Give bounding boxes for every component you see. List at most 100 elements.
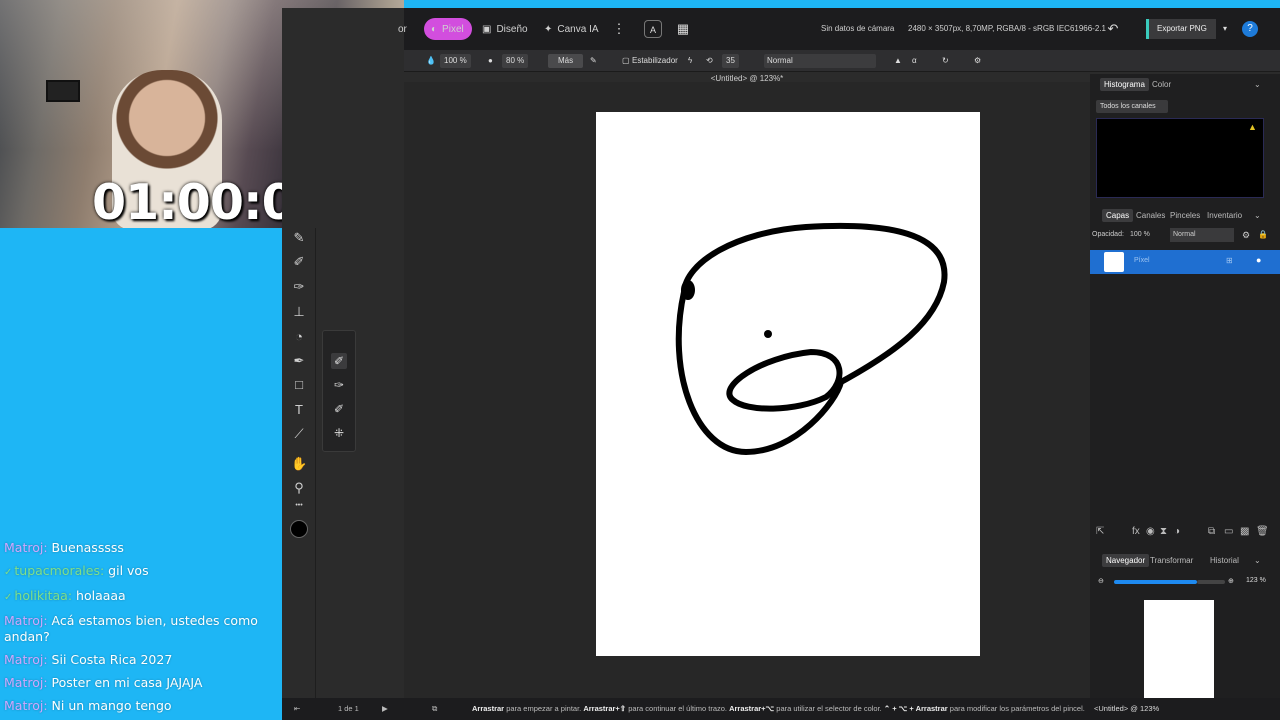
zoom-value[interactable]: 123 %: [1246, 577, 1266, 584]
fill-icon[interactable]: ⁜: [331, 425, 347, 441]
flow-field[interactable]: 80 %: [502, 54, 529, 68]
channels-select[interactable]: Todos los canales: [1096, 100, 1168, 113]
visibility-eye-icon[interactable]: ●: [1256, 255, 1261, 265]
layer-adjust-icon[interactable]: ⇱: [1096, 526, 1104, 537]
tab-color[interactable]: Color: [1152, 80, 1171, 89]
chat-username: tupacmorales:: [14, 563, 109, 578]
histogram-display: [1096, 118, 1264, 198]
tab-layers[interactable]: Capas: [1102, 209, 1134, 222]
grid-icon[interactable]: ▦: [674, 20, 692, 38]
status-hint: Arrastrar para empezar a pintar. Arrastr…: [472, 704, 1085, 713]
pencil-icon[interactable]: ✎: [291, 230, 307, 246]
zoom-out-icon[interactable]: ⊖: [1098, 577, 1104, 585]
first-page-icon[interactable]: ⇤: [294, 704, 300, 713]
navigator-preview[interactable]: [1144, 600, 1214, 698]
tab-navigator[interactable]: Navegador: [1102, 554, 1150, 567]
layer-mask-icon[interactable]: ⊞: [1226, 256, 1233, 265]
brush-settings-icon[interactable]: ✎: [590, 54, 597, 68]
paint-brush-icon[interactable]: ✐: [291, 254, 307, 270]
flow-circle-icon: ●: [488, 56, 493, 65]
layer-thumbnail: [1104, 252, 1124, 272]
tab-pixel[interactable]: ◐ Pixel: [424, 18, 472, 40]
undo-icon[interactable]: ↶: [1104, 20, 1122, 38]
mask-icon[interactable]: ◉: [1146, 526, 1155, 537]
zoom-in-icon[interactable]: ⊕: [1228, 577, 1234, 585]
chat-text: Sii Costa Rica 2027: [51, 652, 173, 667]
pattern-icon[interactable]: ▩: [1240, 526, 1249, 537]
play-icon[interactable]: ▶: [382, 704, 388, 713]
drawing-strokes: [675, 222, 948, 456]
group-icon[interactable]: ▭: [1224, 526, 1233, 537]
window-mode-icon[interactable]: ⟲: [706, 54, 713, 68]
context-toolbar: 💧 100 % ● 80 % Más ✎ ▢ Estabilizador ϟ ⟲…: [404, 50, 1280, 72]
rotate-icon[interactable]: ↻: [942, 54, 949, 68]
wet-edges-icon[interactable]: ▲: [894, 54, 902, 68]
rope-mode-icon[interactable]: ϟ: [688, 54, 692, 68]
blend-mode-select[interactable]: Normal: [764, 54, 876, 68]
smudge-icon[interactable]: ✑: [291, 279, 307, 295]
zoom-icon[interactable]: ⚲: [291, 480, 307, 496]
hand-icon[interactable]: ✋: [291, 456, 307, 472]
panel-chevron-icon[interactable]: ⌄: [1254, 556, 1261, 565]
panel-chevron-icon[interactable]: ⌄: [1254, 80, 1261, 89]
clone-stamp-icon[interactable]: ⊥: [291, 304, 307, 320]
tab-label: Diseño: [496, 23, 528, 35]
chat-username: Matroj:: [4, 540, 52, 555]
tab-canva-ia[interactable]: ✦ Canva IA: [544, 18, 599, 40]
studio-panel: Histograma Color ⌄ Todos los canales ▲ C…: [1090, 74, 1280, 698]
tab-channels[interactable]: Canales: [1136, 211, 1165, 220]
document-canvas[interactable]: [596, 112, 980, 656]
eyedropper-icon[interactable]: ⟋: [291, 426, 307, 442]
translate-icon[interactable]: A: [644, 20, 662, 38]
more-button[interactable]: Más: [548, 54, 584, 68]
add-pixel-layer-icon[interactable]: ⧉: [1208, 526, 1215, 537]
tab-transform[interactable]: Transformar: [1150, 556, 1193, 565]
panel-chevron-icon[interactable]: ⌄: [1254, 211, 1261, 220]
more-tools-icon[interactable]: •••: [291, 498, 307, 514]
image-info: 2480 × 3507px, 8,70MP, RGBA/8 - sRGB IEC…: [908, 24, 1106, 33]
tab-stock[interactable]: Inventario: [1207, 211, 1242, 220]
tab-histogram[interactable]: Histograma: [1100, 78, 1149, 91]
tab-brushes[interactable]: Pinceles: [1170, 211, 1200, 220]
tab-personas[interactable]: or: [398, 18, 407, 40]
layer-name[interactable]: Píxel: [1134, 257, 1150, 264]
opacity-drop-icon: 💧: [426, 56, 436, 65]
stabilizer-checkbox[interactable]: ▢: [622, 54, 630, 68]
more-options-icon[interactable]: ⋮: [610, 20, 628, 38]
chat-message: Matroj: Poster en mi casa JAJAJA: [4, 675, 274, 691]
chat-text: gil vos: [108, 563, 149, 578]
layer-row-pixel[interactable]: Píxel ⊞ ●: [1090, 250, 1280, 274]
tools-panel: ✎ ✐ ✑ ⊥ ◔ ✒ □ T ⟋ ✋ ⚲ •••: [282, 228, 316, 708]
fx-icon[interactable]: fx: [1132, 526, 1140, 537]
layer-opacity-field[interactable]: 100 %: [1130, 231, 1150, 238]
paint-brush-icon[interactable]: ✐: [331, 353, 347, 369]
tab-history[interactable]: Historial: [1210, 556, 1239, 565]
primary-color-swatch[interactable]: [290, 520, 308, 538]
stabilizer-value-field[interactable]: 35: [722, 54, 739, 68]
alpha-icon[interactable]: α: [912, 54, 917, 68]
lock-icon[interactable]: 🔒: [1258, 230, 1268, 239]
tab-diseno[interactable]: ▣ Diseño: [482, 18, 528, 40]
pages-icon[interactable]: ⧉: [432, 704, 437, 714]
trash-icon[interactable]: 🗑: [1256, 526, 1269, 537]
tab-label: or: [398, 23, 407, 35]
layer-blend-select[interactable]: Normal: [1170, 228, 1234, 242]
opacity-field[interactable]: 100 %: [440, 54, 471, 68]
gear-icon[interactable]: ⚙: [1242, 230, 1250, 241]
chevron-down-icon[interactable]: ▾: [1216, 20, 1234, 38]
rectangle-icon[interactable]: □: [291, 377, 307, 393]
zoom-row: ⊖ ⊕ 123 %: [1098, 576, 1276, 588]
pixel-brush-icon[interactable]: ✑: [331, 377, 347, 393]
canvas-area[interactable]: [404, 82, 1090, 698]
erase-brush-icon[interactable]: ✐: [331, 401, 347, 417]
help-button[interactable]: ?: [1242, 21, 1258, 37]
pen-tool-icon[interactable]: ✒: [291, 353, 307, 369]
text-frame-icon[interactable]: T: [291, 402, 307, 418]
adjustment-icon[interactable]: ⧗: [1160, 526, 1167, 537]
live-filter-icon[interactable]: ◑: [1174, 526, 1180, 537]
zoom-slider[interactable]: [1114, 580, 1197, 584]
pressure-icon[interactable]: ⚙: [974, 54, 981, 68]
export-png-button[interactable]: Exportar PNG: [1146, 19, 1216, 39]
chat-text: Buenasssss: [51, 540, 124, 555]
dodge-icon[interactable]: ◔: [291, 329, 307, 345]
